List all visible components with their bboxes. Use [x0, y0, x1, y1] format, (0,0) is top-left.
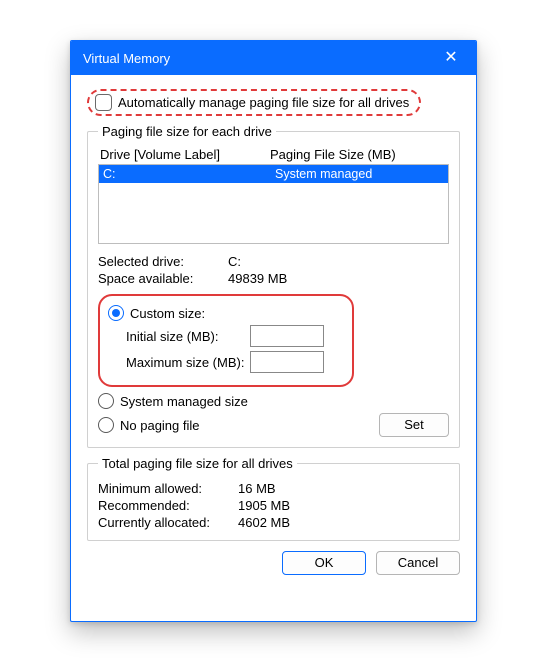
initial-size-row: Initial size (MB):: [126, 325, 344, 347]
custom-size-label: Custom size:: [130, 306, 205, 321]
selected-drive-label: Selected drive:: [98, 254, 228, 269]
drive-cell: C:: [99, 165, 275, 183]
client-area: Automatically manage paging file size fo…: [71, 75, 476, 589]
currently-allocated-label: Currently allocated:: [98, 515, 238, 530]
auto-manage-label: Automatically manage paging file size fo…: [118, 95, 409, 110]
per-drive-group: Paging file size for each drive Drive [V…: [87, 124, 460, 448]
recommended-value: 1905 MB: [238, 498, 290, 513]
custom-size-section: Custom size: Initial size (MB): Maximum …: [98, 294, 354, 387]
size-cell: System managed: [275, 165, 448, 183]
totals-legend: Total paging file size for all drives: [98, 456, 297, 471]
system-managed-radio-row[interactable]: System managed size: [98, 393, 449, 409]
cancel-button[interactable]: Cancel: [376, 551, 460, 575]
selected-drive-row: Selected drive: C:: [98, 254, 449, 269]
currently-allocated-value: 4602 MB: [238, 515, 290, 530]
space-available-value: 49839 MB: [228, 271, 287, 286]
custom-size-radio[interactable]: [108, 305, 124, 321]
min-allowed-row: Minimum allowed: 16 MB: [98, 481, 449, 496]
totals-group: Total paging file size for all drives Mi…: [87, 456, 460, 541]
system-managed-label: System managed size: [120, 394, 248, 409]
auto-manage-row[interactable]: Automatically manage paging file size fo…: [87, 89, 421, 116]
ok-button[interactable]: OK: [282, 551, 366, 575]
min-allowed-label: Minimum allowed:: [98, 481, 238, 496]
drive-list[interactable]: C: System managed: [98, 164, 449, 244]
initial-size-input[interactable]: [250, 325, 324, 347]
per-drive-legend: Paging file size for each drive: [98, 124, 276, 139]
custom-size-radio-row[interactable]: Custom size:: [108, 305, 344, 321]
auto-manage-checkbox[interactable]: [95, 94, 112, 111]
space-available-row: Space available: 49839 MB: [98, 271, 449, 286]
system-managed-radio[interactable]: [98, 393, 114, 409]
virtual-memory-dialog: Virtual Memory ✕ Automatically manage pa…: [70, 40, 477, 622]
header-drive: Drive [Volume Label]: [100, 147, 270, 162]
table-row[interactable]: C: System managed: [99, 165, 448, 183]
no-paging-row: No paging file Set: [98, 413, 449, 437]
close-icon[interactable]: ✕: [436, 50, 466, 66]
titlebar[interactable]: Virtual Memory ✕: [71, 41, 476, 75]
no-paging-radio-row[interactable]: No paging file: [98, 417, 379, 433]
recommended-row: Recommended: 1905 MB: [98, 498, 449, 513]
maximum-size-label: Maximum size (MB):: [126, 355, 250, 370]
recommended-label: Recommended:: [98, 498, 238, 513]
drive-list-header: Drive [Volume Label] Paging File Size (M…: [98, 147, 449, 164]
maximum-size-input[interactable]: [250, 351, 324, 373]
maximum-size-row: Maximum size (MB):: [126, 351, 344, 373]
window-title: Virtual Memory: [83, 51, 170, 66]
min-allowed-value: 16 MB: [238, 481, 276, 496]
no-paging-label: No paging file: [120, 418, 200, 433]
initial-size-label: Initial size (MB):: [126, 329, 250, 344]
dialog-buttons: OK Cancel: [87, 551, 460, 575]
space-available-label: Space available:: [98, 271, 228, 286]
currently-allocated-row: Currently allocated: 4602 MB: [98, 515, 449, 530]
selected-drive-value: C:: [228, 254, 241, 269]
header-size: Paging File Size (MB): [270, 147, 396, 162]
set-button[interactable]: Set: [379, 413, 449, 437]
no-paging-radio[interactable]: [98, 417, 114, 433]
